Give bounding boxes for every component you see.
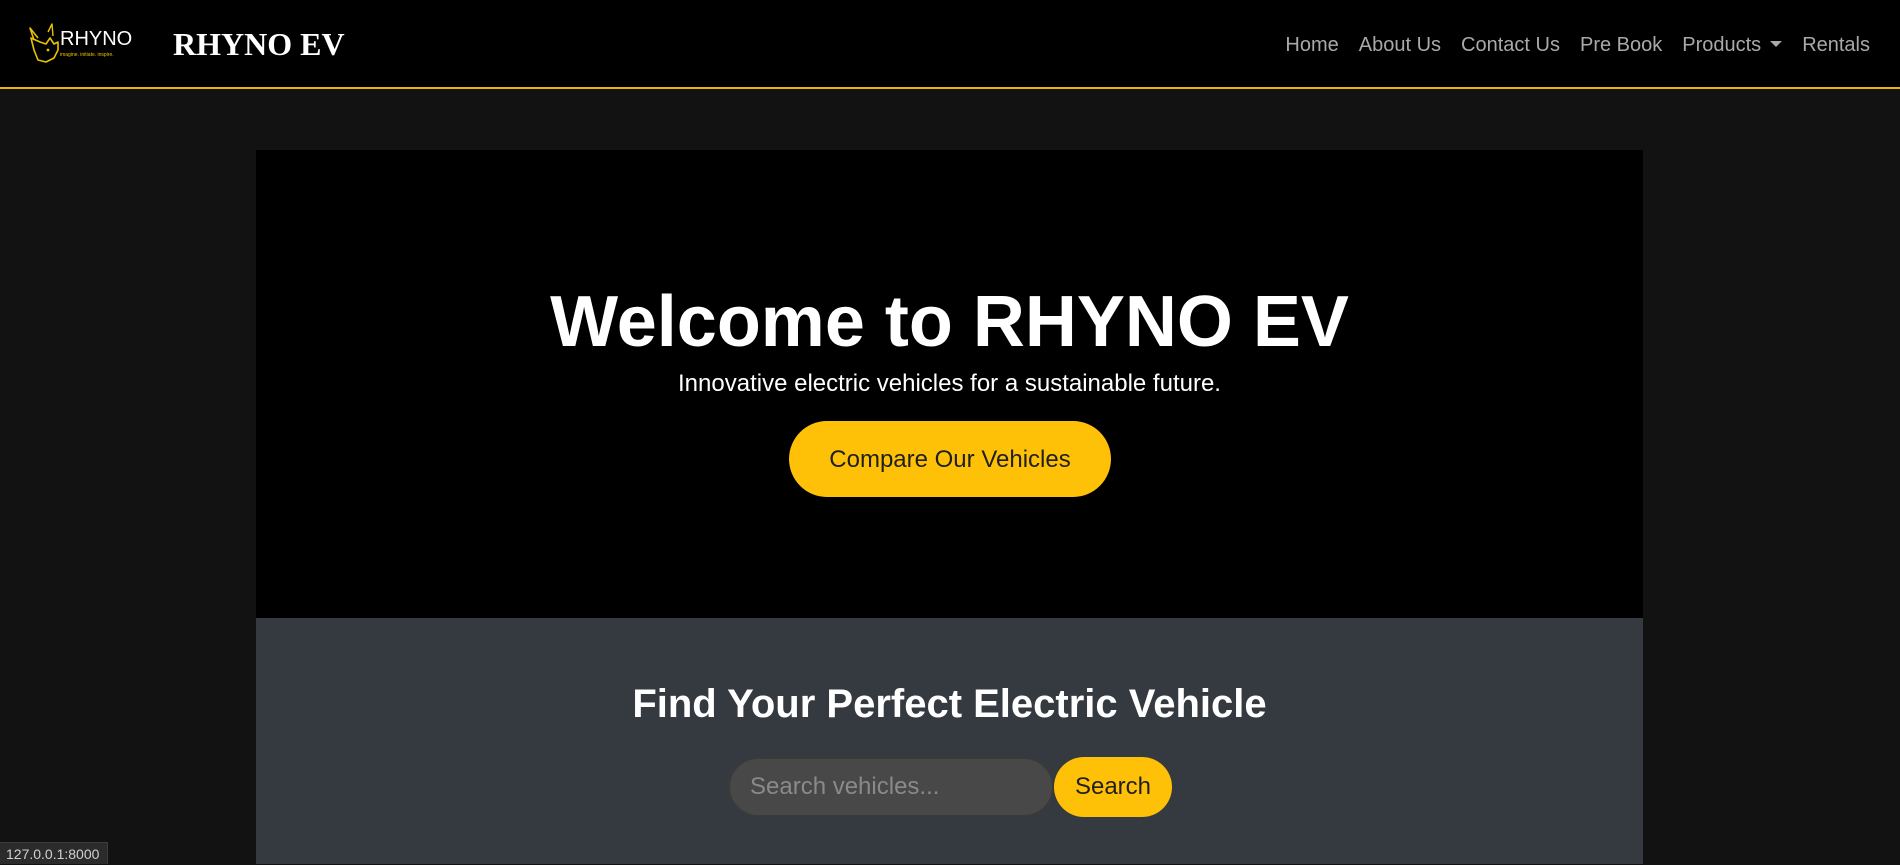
logo-tagline: imagine. initiate. inspire. xyxy=(60,52,114,58)
search-section-title: Find Your Perfect Electric Vehicle xyxy=(632,682,1267,726)
nav-products-dropdown[interactable]: Products xyxy=(1682,28,1783,62)
nav-about-us[interactable]: About Us xyxy=(1359,28,1441,62)
caret-down-icon xyxy=(1770,40,1783,47)
browser-status-url: 127.0.0.1:8000 xyxy=(0,842,109,864)
compare-vehicles-button[interactable]: Compare Our Vehicles xyxy=(789,421,1111,497)
search-button[interactable]: Search xyxy=(1054,757,1172,817)
nav-pre-book[interactable]: Pre Book xyxy=(1580,28,1662,62)
search-input[interactable] xyxy=(728,757,1054,817)
navbar: RHYNO imagine. initiate. inspire. RHYNO … xyxy=(0,0,1900,89)
brand[interactable]: RHYNO imagine. initiate. inspire. RHYNO … xyxy=(28,22,345,66)
hero-subtitle: Innovative electric vehicles for a susta… xyxy=(678,370,1221,397)
hero-section: Welcome to RHYNO EV Innovative electric … xyxy=(256,150,1643,618)
nav-rentals[interactable]: Rentals xyxy=(1802,28,1870,62)
logo-wordmark: RHYNO xyxy=(60,28,133,50)
brand-name[interactable]: RHYNO EV xyxy=(173,22,345,66)
main-nav: Home About Us Contact Us Pre Book Produc… xyxy=(1265,28,1870,62)
vehicle-search-section: Find Your Perfect Electric Vehicle Searc… xyxy=(256,618,1643,864)
rhyno-logo[interactable]: RHYNO imagine. initiate. inspire. xyxy=(28,22,132,66)
nav-contact-us[interactable]: Contact Us xyxy=(1461,28,1560,62)
nav-home[interactable]: Home xyxy=(1285,28,1338,62)
hero-title: Welcome to RHYNO EV xyxy=(550,282,1349,362)
nav-products-label: Products xyxy=(1682,34,1762,56)
